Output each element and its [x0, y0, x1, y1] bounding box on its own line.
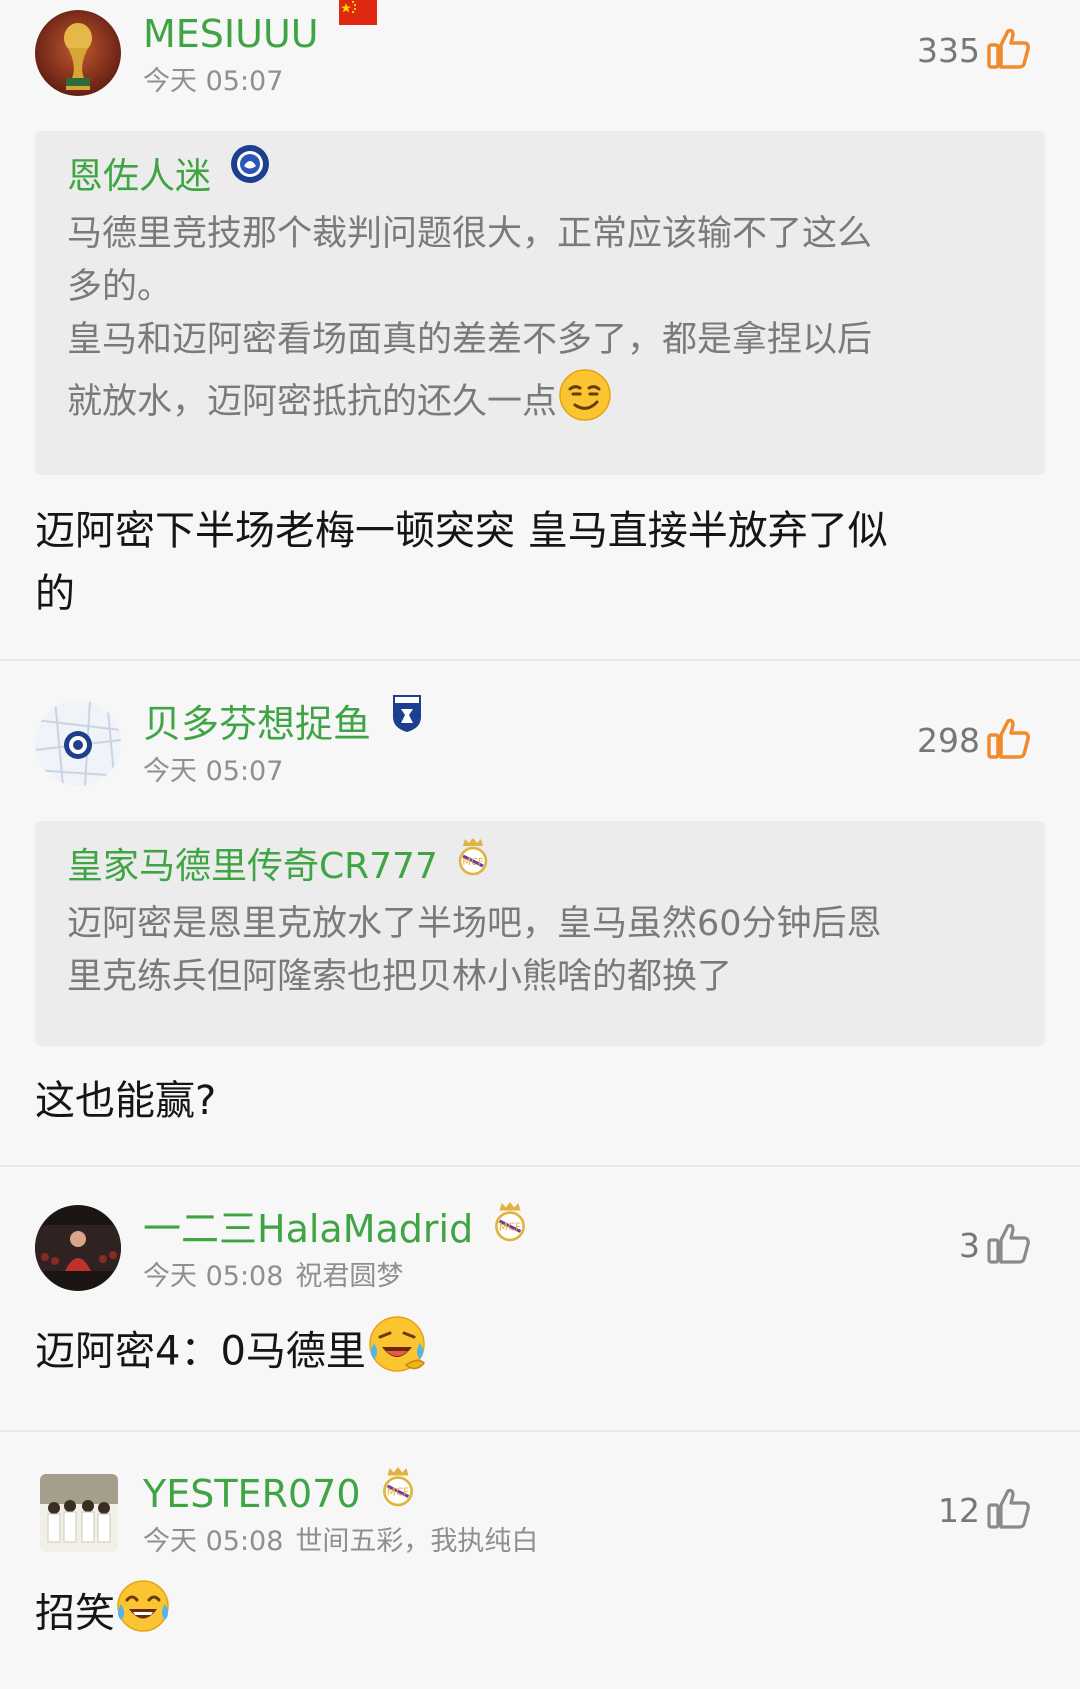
thumbs-up-icon: [986, 1485, 1032, 1535]
tears-of-joy-emoji-icon: [115, 1578, 171, 1653]
quoted-comment[interactable]: 皇家马德里传奇CR777 MCF 迈阿密是恩里克放水了半场吧，皇马虽然60分钟后…: [35, 821, 1045, 1046]
real-madrid-badge-icon: MCF: [457, 838, 489, 892]
comment-text: 迈阿密4：0马德里: [35, 1313, 1045, 1394]
timestamp: 今天 05:08: [143, 1261, 284, 1292]
comment-meta: 今天 05:07: [143, 754, 283, 790]
timestamp: 今天 05:08: [143, 1526, 284, 1557]
quoted-line: 迈阿密是恩里克放水了半场吧，皇马虽然60分钟后恩: [67, 904, 882, 944]
like-count: 12: [938, 1490, 980, 1530]
quoted-username[interactable]: 恩佐人迷: [67, 145, 1013, 202]
comment-text: 这也能赢?: [35, 1070, 1045, 1133]
comment-line: 招笑: [35, 1578, 1045, 1653]
thumbs-up-icon: [986, 715, 1032, 765]
avatar[interactable]: [35, 10, 121, 96]
quoted-text: 迈阿密是恩里克放水了半场吧，皇马虽然60分钟后恩 里克练兵但阿隆索也把贝林小熊啥…: [67, 898, 1013, 1004]
thumbs-up-icon: [986, 1220, 1032, 1270]
like-count: 335: [917, 30, 980, 70]
comment-text: 招笑: [35, 1578, 1045, 1653]
comment-line: 迈阿密4：0马德里: [35, 1313, 1045, 1394]
comment-line: 的: [35, 571, 75, 617]
like-count: 3: [959, 1225, 980, 1265]
divider: [0, 1165, 1080, 1167]
quoted-line: 皇马和迈阿密看场面真的差差不多了，都是拿捏以后: [67, 320, 873, 360]
avatar[interactable]: [35, 700, 121, 786]
divider: [0, 1430, 1080, 1432]
chelsea-badge-icon: [230, 145, 270, 202]
username[interactable]: 一二三HalaMadrid MCF: [143, 1201, 527, 1256]
divider: [0, 659, 1080, 661]
thumbs-up-icon: [986, 25, 1032, 75]
like-button[interactable]: 12: [938, 1484, 1032, 1536]
comment-item: 一二三HalaMadrid MCF 今天 05:08 祝君圆梦 3 迈阿密4：0…: [0, 1195, 1080, 1425]
china-flag-icon: [338, 0, 377, 61]
club-crest-icon: [391, 694, 423, 751]
comment-text: 迈阿密下半场老梅一顿突突 皇马直接半放弃了似 的: [35, 500, 1045, 626]
comment-meta: 今天 05:08 世间五彩，我执纯白: [143, 1524, 538, 1560]
like-count: 298: [917, 720, 980, 760]
smirk-emoji-icon: [557, 367, 613, 439]
quoted-line: 马德里竞技那个裁判问题很大，正常应该输不了这么: [67, 214, 873, 254]
like-button[interactable]: 3: [959, 1219, 1032, 1271]
svg-text:MCF: MCF: [386, 1486, 408, 1498]
comment-meta: 今天 05:07: [143, 64, 283, 100]
quoted-comment[interactable]: 恩佐人迷 马德里竞技那个裁判问题很大，正常应该输不了这么 多的。 皇马和迈阿密看…: [35, 131, 1045, 475]
username[interactable]: 贝多芬想捉鱼: [143, 694, 423, 751]
svg-text:MCF: MCF: [463, 857, 485, 868]
like-button[interactable]: 335: [917, 24, 1032, 76]
comment-list: MESIUUU 今天 05:07 335 恩佐人迷 马德里竞技那个裁判问题很大，…: [0, 0, 1080, 1689]
user-signature: 世间五彩，我执纯白: [295, 1526, 539, 1557]
comment-item: YESTER070 MCF 今天 05:08 世间五彩，我执纯白 12 招笑: [0, 1460, 1080, 1689]
real-madrid-badge-icon: MCF: [493, 1201, 527, 1256]
comment-item: 贝多芬想捉鱼 今天 05:07 298 皇家马德里传奇CR777 MCF 迈阿密…: [0, 690, 1080, 1160]
avatar[interactable]: [40, 1474, 118, 1552]
user-signature: 祝君圆梦: [295, 1261, 404, 1292]
username[interactable]: MESIUUU: [143, 0, 377, 61]
comment-meta: 今天 05:08 祝君圆梦: [143, 1259, 403, 1295]
username[interactable]: YESTER070 MCF: [143, 1466, 415, 1521]
like-button[interactable]: 298: [917, 714, 1032, 766]
quoted-line: 就放水，迈阿密抵抗的还久一点: [67, 367, 1013, 439]
timestamp: 今天 05:07: [143, 66, 284, 97]
quoted-line: 多的。: [67, 267, 173, 307]
avatar[interactable]: [35, 1205, 121, 1291]
laughing-crying-emoji-icon: [366, 1313, 428, 1394]
timestamp: 今天 05:07: [143, 756, 284, 787]
svg-text:MCF: MCF: [499, 1221, 521, 1233]
comment-line: 迈阿密下半场老梅一顿突突 皇马直接半放弃了似: [35, 508, 888, 554]
quoted-username[interactable]: 皇家马德里传奇CR777 MCF: [67, 838, 1013, 892]
real-madrid-badge-icon: MCF: [381, 1466, 415, 1521]
quoted-line: 里克练兵但阿隆索也把贝林小熊啥的都换了: [67, 957, 733, 997]
comment-item: MESIUUU 今天 05:07 335 恩佐人迷 马德里竞技那个裁判问题很大，…: [0, 0, 1080, 660]
quoted-text: 马德里竞技那个裁判问题很大，正常应该输不了这么 多的。 皇马和迈阿密看场面真的差…: [67, 208, 1013, 439]
comment-line: 这也能赢?: [35, 1078, 217, 1124]
